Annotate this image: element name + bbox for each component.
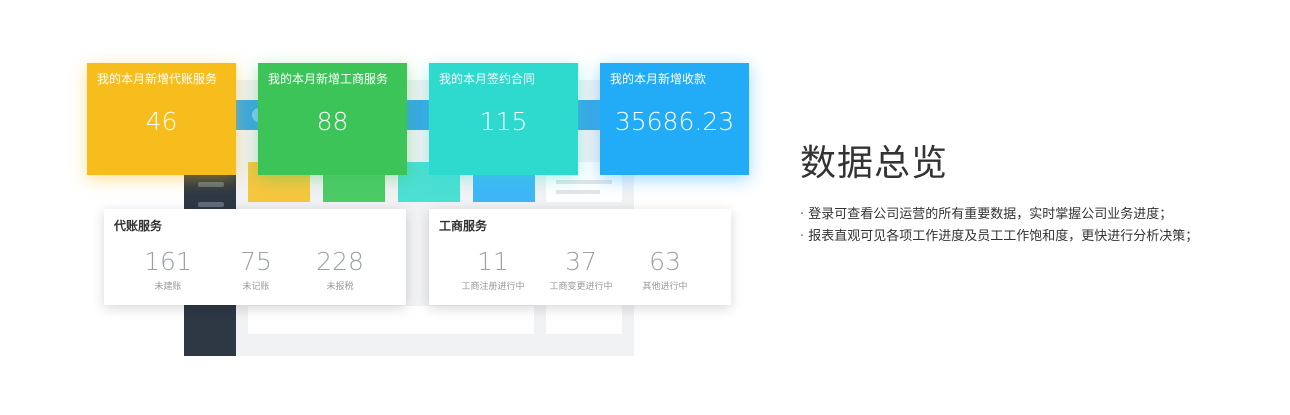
feature-bullet: 登录可查看公司运营的所有重要数据，实时掌握公司业务进度； (800, 204, 1198, 226)
stat-label: 未报税 (326, 282, 354, 292)
illustration-line (556, 190, 600, 194)
tile-value: 35686.23 (614, 107, 735, 136)
stat-label: 其他进行中 (642, 282, 688, 292)
stat-value: 228 (316, 247, 364, 276)
stat-value: 11 (477, 247, 509, 276)
card-title: 代账服务 (114, 219, 163, 233)
stat-tile-new-payments: 我的本月新增收款 35686.23 (600, 63, 749, 175)
stat-tile-new-accounting-services: 我的本月新增代账服务 46 (87, 63, 236, 175)
stat-unfiled-tax: 228 未报税 (300, 247, 380, 292)
stat-label: 未记账 (242, 282, 270, 292)
stat-value: 75 (240, 247, 272, 276)
stat-label: 未建账 (154, 282, 182, 292)
stat-value: 63 (649, 247, 681, 276)
illustration-panel (248, 306, 534, 334)
stat-unbooked: 161 未建账 (128, 247, 208, 292)
stat-value: 161 (144, 247, 192, 276)
stat-unrecorded: 75 未记账 (216, 247, 296, 292)
tile-label: 我的本月新增收款 (610, 72, 707, 86)
illustration-line (556, 180, 612, 184)
tile-label: 我的本月签约合同 (439, 72, 536, 86)
tile-value: 88 (316, 107, 349, 136)
stat-value: 37 (565, 247, 597, 276)
section-headline: 数据总览 (800, 143, 949, 184)
tile-label: 我的本月新增工商服务 (268, 72, 389, 86)
tile-label: 我的本月新增代账服务 (97, 72, 218, 86)
feature-bullet: 报表直观可见各项工作进度及员工工作饱和度，更快进行分析决策； (800, 226, 1198, 248)
stat-label: 工商变更进行中 (549, 282, 613, 292)
accounting-service-card: 代账服务 161 未建账 75 未记账 228 未报税 (104, 209, 406, 305)
stat-other-in-progress: 63 其他进行中 (625, 247, 705, 292)
stat-tile-signed-contracts: 我的本月签约合同 115 (429, 63, 578, 175)
card-title: 工商服务 (439, 219, 488, 233)
business-service-card: 工商服务 11 工商注册进行中 37 工商变更进行中 63 其他进行中 (429, 209, 731, 305)
illustration-panel (546, 320, 622, 334)
feature-bullet-list: 登录可查看公司运营的所有重要数据，实时掌握公司业务进度； 报表直观可见各项工作进… (800, 204, 1198, 248)
feature-section: 我的本月新增代账服务 46 我的本月新增工商服务 88 我的本月签约合同 115… (0, 0, 1290, 415)
stat-change-in-progress: 37 工商变更进行中 (541, 247, 621, 292)
stat-tile-new-business-services: 我的本月新增工商服务 88 (258, 63, 407, 175)
tile-value: 46 (145, 107, 178, 136)
stat-label: 工商注册进行中 (461, 282, 525, 292)
stat-registration-in-progress: 11 工商注册进行中 (453, 247, 533, 292)
tile-value: 115 (479, 107, 528, 136)
